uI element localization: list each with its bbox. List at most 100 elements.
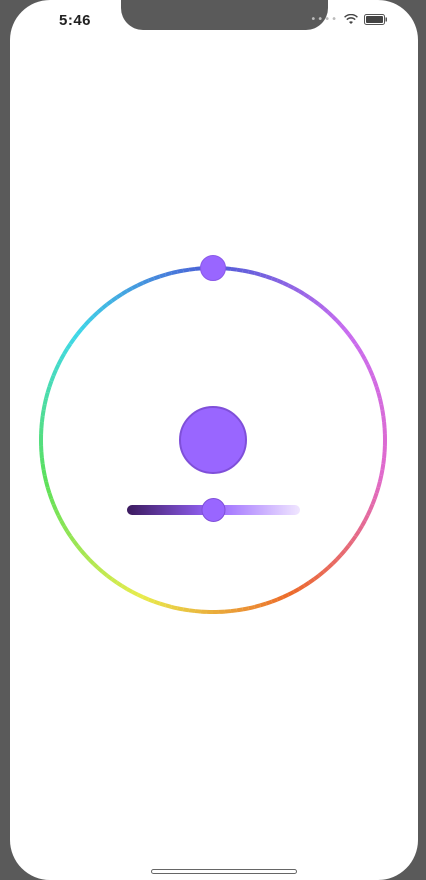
hue-ring-segment <box>343 328 351 336</box>
hue-ring-segment <box>248 269 256 276</box>
hue-ring-segment <box>65 342 73 350</box>
hue-ring-segment <box>105 299 114 307</box>
hue-ring-segment <box>303 292 311 300</box>
hue-ring-segment <box>176 268 184 274</box>
hue-ring-segment <box>92 562 100 570</box>
hue-ring-segment <box>326 310 334 318</box>
hue-ring-segment <box>368 369 375 377</box>
hue-ring-segment <box>282 281 290 288</box>
hue-ring-segment <box>292 587 300 594</box>
hue-ring-segment <box>147 276 155 283</box>
hue-ring-segment <box>224 609 232 614</box>
hue-ring-segment <box>382 421 387 429</box>
hue-ring-segment <box>115 580 123 588</box>
hue-ring-segment <box>142 278 150 285</box>
hue-ring-segment <box>254 271 261 277</box>
hue-ring-segment <box>131 283 139 290</box>
hue-ring-segment <box>271 597 279 604</box>
hue-ring-segment <box>346 539 354 548</box>
hue-ring-segment <box>335 319 343 327</box>
hue-ring-segment <box>353 342 361 350</box>
hue-ring-segment <box>381 415 387 423</box>
hue-ring-segment <box>39 415 45 423</box>
hue-ring-segment <box>374 386 381 394</box>
hue-ring-segment <box>45 386 52 394</box>
hue-ring-segment <box>136 592 144 599</box>
hue-ring-segment <box>363 358 370 366</box>
hue-ring-segment <box>153 599 161 606</box>
hue-ring-segment <box>308 577 316 585</box>
hue-ring-segment <box>182 267 190 273</box>
hue-ring-segment <box>350 535 358 543</box>
hue-ring-segment <box>242 268 250 274</box>
hue-ring-segment <box>54 509 61 517</box>
hue-ring-segment <box>92 310 100 318</box>
hue-ring-segment <box>322 306 330 314</box>
brightness-slider-handle[interactable] <box>201 498 226 522</box>
hue-ring-segment <box>230 266 238 272</box>
hue-ring-segment <box>44 392 50 399</box>
hue-ring-segment <box>79 323 87 331</box>
hue-ring-segment <box>380 463 386 471</box>
hue-ring-segment <box>282 592 290 599</box>
hue-ring-segment <box>322 566 330 574</box>
hue-ring-segment <box>376 392 382 399</box>
hue-ring-segment <box>236 267 244 273</box>
hue-ring-segment <box>126 587 134 594</box>
hue-ring-segment <box>62 347 69 356</box>
hue-ring-segment <box>335 553 343 561</box>
hue-ring-segment <box>360 353 367 361</box>
hue-ring-segment <box>59 353 66 361</box>
hue-ring-segment <box>370 498 377 506</box>
hue-ring-segment <box>87 558 95 566</box>
hue-ring-segment <box>83 319 91 327</box>
hue-ring-segment <box>131 590 139 597</box>
hue-ring-segment <box>365 509 372 517</box>
hue-ring-segment <box>165 271 172 277</box>
hue-ring-segment <box>79 549 87 557</box>
hue-ring-segment <box>41 469 47 477</box>
hue-ring-segment <box>265 599 273 606</box>
hue-ring-segment <box>96 566 104 574</box>
hue-ring-segment <box>292 286 300 293</box>
hue-ring-segment <box>41 403 47 411</box>
hue-ring-segment <box>379 403 385 411</box>
hue-ring-segment <box>165 603 172 609</box>
hue-ring-segment <box>248 604 256 611</box>
hue-ring-segment <box>42 475 49 483</box>
selected-color-preview <box>179 406 247 474</box>
hue-ring-segment <box>297 289 306 296</box>
hue-ring-segment <box>372 380 379 388</box>
hue-ring-segment <box>297 584 306 591</box>
phone-frame: 5:46 •••• <box>0 0 426 880</box>
hue-ring-segment <box>68 535 76 543</box>
hue-ring-segment <box>376 481 382 488</box>
hue-ring-segment <box>120 289 129 296</box>
hue-ring-segment <box>276 278 284 285</box>
hue-ring-segment <box>346 332 354 341</box>
hue-ring-segment <box>51 503 58 511</box>
hue-ring-segment <box>230 608 238 614</box>
hue-ring-segment <box>136 281 144 288</box>
color-picker <box>38 255 388 615</box>
hue-ring-segment <box>68 337 76 345</box>
hue-ring-handle[interactable] <box>200 255 226 281</box>
hue-ring-segment <box>159 272 167 279</box>
hue-ring-segment <box>254 603 261 609</box>
hue-ring-segment <box>47 492 54 500</box>
hue-ring-segment <box>377 475 384 483</box>
hue-ring-segment <box>357 524 364 533</box>
hue-ring-segment <box>374 486 381 494</box>
hue-ring-segment <box>331 558 339 566</box>
hue-ring-segment <box>370 374 377 382</box>
hue-ring-segment <box>339 549 347 557</box>
hue-ring-segment <box>159 601 167 608</box>
hue-ring-segment <box>105 573 114 581</box>
hue-ring-segment <box>170 604 178 611</box>
hue-ring-segment <box>153 274 161 281</box>
hue-ring-segment <box>312 299 321 307</box>
hue-ring-segment <box>44 481 50 488</box>
hue-ring-segment <box>65 530 73 538</box>
hue-ring-segment <box>72 539 80 548</box>
hue-ring-segment <box>350 337 358 345</box>
